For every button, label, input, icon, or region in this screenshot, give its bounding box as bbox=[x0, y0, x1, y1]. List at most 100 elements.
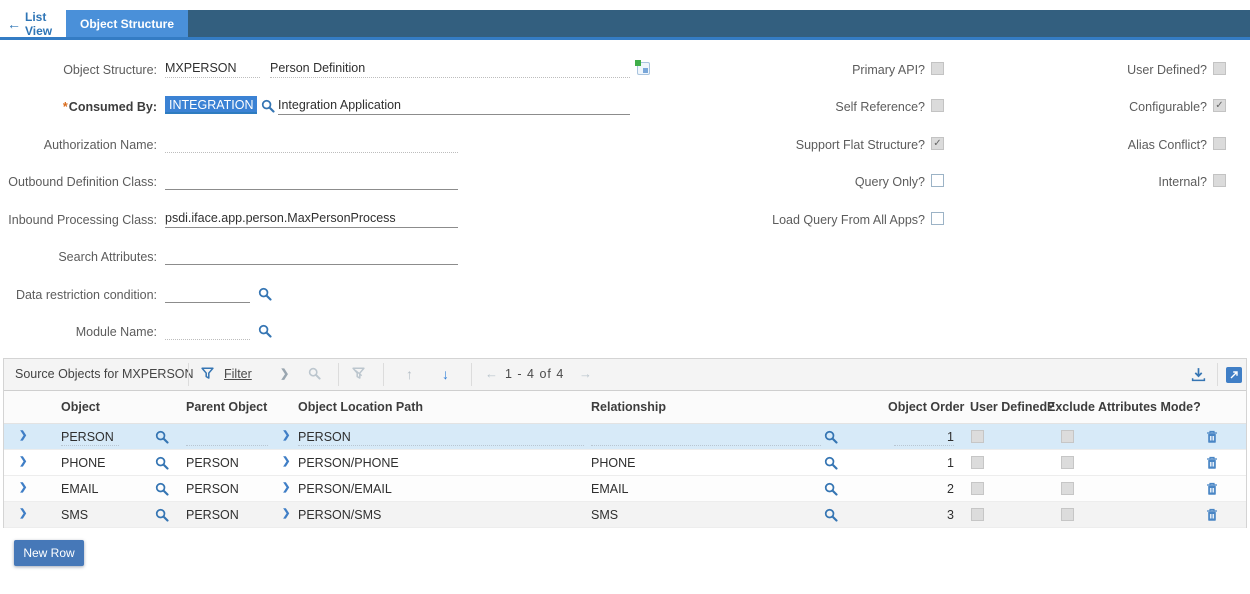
search-attributes-field[interactable] bbox=[165, 247, 458, 265]
move-down-icon[interactable]: ↓ bbox=[442, 367, 449, 381]
module-name-lookup-icon[interactable] bbox=[258, 324, 272, 338]
consumed-by-selected-text: INTEGRATION bbox=[165, 96, 257, 114]
new-row-label: New Row bbox=[23, 546, 74, 560]
object-order-cell: 1 bbox=[894, 455, 954, 472]
object-order-cell: 3 bbox=[894, 507, 954, 524]
new-row-button[interactable]: New Row bbox=[14, 540, 84, 566]
delete-row-icon[interactable] bbox=[1206, 508, 1218, 522]
row-expand-chevron-icon[interactable]: ❯ bbox=[19, 508, 27, 519]
object-order-cell[interactable]: 1 bbox=[894, 429, 954, 446]
internal-checkbox bbox=[1213, 174, 1226, 187]
module-name-field[interactable] bbox=[165, 322, 250, 340]
toolbar-separator bbox=[383, 363, 384, 386]
relationship-lookup-icon[interactable] bbox=[824, 508, 838, 522]
row-user-defined-checkbox bbox=[971, 482, 984, 495]
object-lookup-icon[interactable] bbox=[155, 482, 169, 496]
object-structure-page: ← List View Object Structure Object Stru… bbox=[0, 0, 1250, 594]
source-objects-table: Source Objects for MXPERSON Filter ❯ ↑ ↓… bbox=[3, 358, 1247, 528]
table-row[interactable]: ❯ PERSON ❯ PERSON 1 bbox=[4, 424, 1246, 450]
relationship-cell[interactable] bbox=[591, 429, 821, 446]
outbound-definition-class-field[interactable] bbox=[165, 172, 458, 190]
object-lookup-icon[interactable] bbox=[155, 456, 169, 470]
col-parent-object: Parent Object bbox=[186, 400, 267, 414]
load-query-from-all-apps-label: Load Query From All Apps? bbox=[600, 212, 925, 229]
data-restriction-condition-field[interactable] bbox=[165, 285, 250, 303]
filter-link[interactable]: Filter bbox=[224, 367, 252, 381]
toolbar-separator bbox=[338, 363, 339, 386]
object-structure-field[interactable]: MXPERSON bbox=[165, 60, 260, 78]
consumed-by-lookup-icon[interactable] bbox=[261, 99, 275, 113]
table-header-row: Object Parent Object Object Location Pat… bbox=[4, 391, 1246, 424]
support-flat-structure-checkbox: ✓ bbox=[931, 137, 944, 150]
relationship-cell: EMAIL bbox=[591, 481, 629, 498]
inbound-processing-class-label: Inbound Processing Class: bbox=[0, 212, 157, 229]
authorization-name-field[interactable] bbox=[165, 135, 458, 153]
relationship-cell: SMS bbox=[591, 507, 618, 524]
row-expand-chevron-icon[interactable]: ❯ bbox=[19, 430, 27, 441]
configurable-label: Configurable? bbox=[980, 99, 1207, 116]
object-cell: PHONE bbox=[61, 455, 105, 472]
relationship-lookup-icon[interactable] bbox=[824, 482, 838, 496]
row-expand-chevron-icon[interactable]: ❯ bbox=[19, 456, 27, 467]
row-user-defined-checkbox bbox=[971, 508, 984, 521]
object-location-path-cell[interactable]: PERSON bbox=[298, 429, 584, 446]
object-order-cell: 2 bbox=[894, 481, 954, 498]
filter-funnel-icon[interactable] bbox=[201, 367, 214, 380]
row-exclude-attributes-checkbox bbox=[1061, 430, 1074, 443]
filter-expand-chevron-icon[interactable]: ❯ bbox=[280, 367, 289, 380]
authorization-name-label: Authorization Name: bbox=[0, 137, 157, 154]
self-reference-checkbox bbox=[931, 99, 944, 112]
relationship-lookup-icon[interactable] bbox=[824, 430, 838, 444]
configurable-checkbox: ✓ bbox=[1213, 99, 1226, 112]
parent-object-cell: PERSON bbox=[186, 507, 239, 524]
relationship-lookup-icon[interactable] bbox=[824, 456, 838, 470]
table-title: Source Objects for MXPERSON bbox=[15, 367, 194, 381]
clear-filter-icon bbox=[352, 367, 365, 380]
col-object-location-path: Object Location Path bbox=[298, 400, 423, 414]
object-cell[interactable]: PERSON bbox=[61, 429, 119, 446]
parent-object-cell: PERSON bbox=[186, 455, 239, 472]
module-name-label: Module Name: bbox=[0, 324, 157, 341]
toolbar-separator bbox=[1217, 363, 1218, 386]
consumed-by-label: *Consumed By: bbox=[0, 99, 157, 116]
query-only-label: Query Only? bbox=[600, 174, 925, 191]
delete-row-icon[interactable] bbox=[1206, 482, 1218, 496]
data-restriction-lookup-icon[interactable] bbox=[258, 287, 272, 301]
path-drilldown-icon[interactable]: ❯ bbox=[282, 456, 290, 467]
consumed-by-field[interactable]: INTEGRATION bbox=[165, 96, 257, 114]
row-user-defined-checkbox bbox=[971, 456, 984, 469]
inbound-processing-class-field[interactable]: psdi.iface.app.person.MaxPersonProcess bbox=[165, 210, 458, 228]
download-icon[interactable] bbox=[1191, 367, 1206, 382]
object-lookup-icon[interactable] bbox=[155, 508, 169, 522]
next-page-icon: → bbox=[579, 367, 592, 381]
back-arrow-icon: ← bbox=[7, 17, 21, 31]
back-to-list-view-link[interactable]: ← List View bbox=[0, 10, 66, 37]
col-user-defined: User Defined? bbox=[970, 400, 1055, 414]
toolbar-separator bbox=[471, 363, 472, 386]
table-row[interactable]: ❯ SMS PERSON ❯ PERSON/SMS SMS 3 bbox=[4, 502, 1246, 528]
path-drilldown-icon[interactable]: ❯ bbox=[282, 430, 290, 441]
maximize-icon[interactable] bbox=[1226, 367, 1242, 383]
col-exclude-attributes-mode: Exclude Attributes Mode? bbox=[1047, 400, 1201, 414]
object-location-path-cell: PERSON/SMS bbox=[298, 507, 381, 524]
path-drilldown-icon[interactable]: ❯ bbox=[282, 508, 290, 519]
row-exclude-attributes-checkbox bbox=[1061, 482, 1074, 495]
path-drilldown-icon[interactable]: ❯ bbox=[282, 482, 290, 493]
consumed-by-description-field[interactable]: Integration Application bbox=[278, 97, 630, 115]
table-row[interactable]: ❯ EMAIL PERSON ❯ PERSON/EMAIL EMAIL 2 bbox=[4, 476, 1246, 502]
delete-row-icon[interactable] bbox=[1206, 430, 1218, 444]
tab-object-structure[interactable]: Object Structure bbox=[66, 10, 188, 37]
object-lookup-icon[interactable] bbox=[155, 430, 169, 444]
object-structure-description-field[interactable]: Person Definition bbox=[270, 60, 630, 78]
table-row[interactable]: ❯ PHONE PERSON ❯ PERSON/PHONE PHONE 1 bbox=[4, 450, 1246, 476]
row-expand-chevron-icon[interactable]: ❯ bbox=[19, 482, 27, 493]
delete-row-icon[interactable] bbox=[1206, 456, 1218, 470]
row-exclude-attributes-checkbox bbox=[1061, 508, 1074, 521]
load-query-from-all-apps-checkbox[interactable] bbox=[931, 212, 944, 225]
row-exclude-attributes-checkbox bbox=[1061, 456, 1074, 469]
move-up-icon: ↑ bbox=[406, 367, 413, 381]
query-only-checkbox[interactable] bbox=[931, 174, 944, 187]
self-reference-label: Self Reference? bbox=[600, 99, 925, 116]
relationship-cell: PHONE bbox=[591, 455, 635, 472]
parent-object-cell[interactable] bbox=[186, 429, 268, 446]
